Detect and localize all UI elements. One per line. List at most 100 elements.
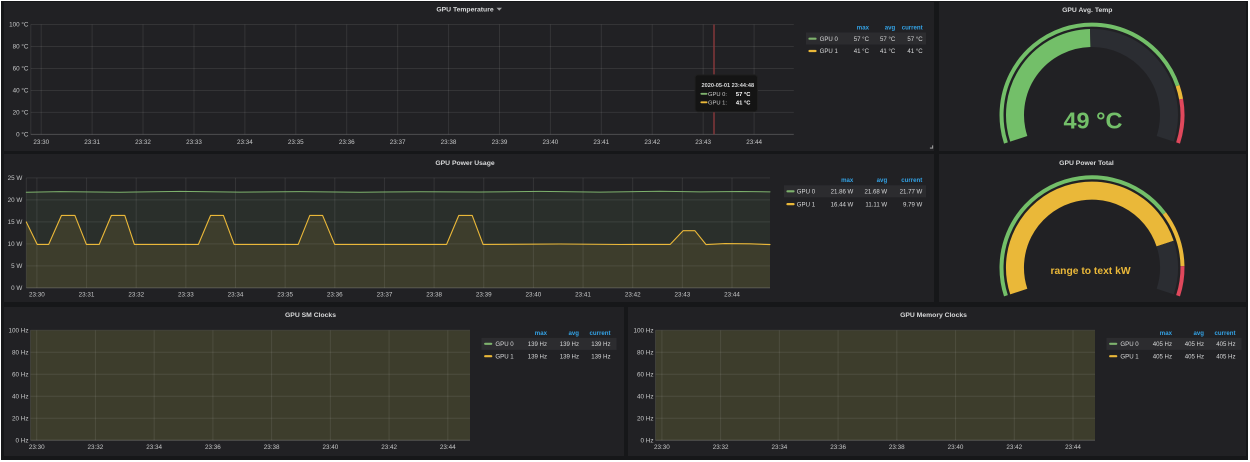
svg-text:23:30: 23:30 [29,444,45,451]
svg-text:max: max [535,330,548,337]
svg-text:80 Hz: 80 Hz [637,350,653,357]
svg-text:23:30: 23:30 [654,444,670,451]
svg-text:80 °C: 80 °C [13,43,29,51]
svg-text:23:32: 23:32 [88,444,104,451]
svg-text:11.11 W: 11.11 W [865,201,887,208]
svg-text:GPU Memory Clocks: GPU Memory Clocks [900,312,967,319]
svg-text:current: current [1215,330,1236,337]
svg-text:21.86 W: 21.86 W [831,189,854,196]
svg-text:max: max [857,25,870,32]
svg-text:0 °C: 0 °C [16,131,29,139]
svg-text:60 Hz: 60 Hz [637,372,653,379]
svg-text:23:37: 23:37 [377,292,393,299]
svg-text:23:31: 23:31 [84,139,100,146]
svg-text:current: current [590,330,611,337]
svg-text:40 Hz: 40 Hz [12,394,28,401]
svg-text:23:30: 23:30 [33,139,49,146]
svg-text:405 Hz: 405 Hz [1216,341,1235,348]
svg-text:20 Hz: 20 Hz [637,416,653,423]
svg-text:GPU Avg. Temp: GPU Avg. Temp [1062,7,1112,14]
svg-text:23:32: 23:32 [128,292,144,299]
svg-text:5 W: 5 W [11,263,22,270]
svg-text:23:36: 23:36 [830,444,846,451]
svg-text:41 °C: 41 °C [736,101,751,107]
svg-text:GPU 0: GPU 0 [495,341,514,348]
svg-text:21.68 W: 21.68 W [864,189,887,196]
svg-text:23:42: 23:42 [644,139,660,146]
svg-text:range to text kW: range to text kW [1050,266,1130,277]
svg-text:GPU 0: GPU 0 [1120,341,1139,348]
svg-text:GPU 1: GPU 1 [495,353,514,360]
svg-text:23:35: 23:35 [277,292,293,299]
svg-text:max: max [1160,330,1173,337]
svg-text:405 Hz: 405 Hz [1153,341,1172,348]
svg-text:23:39: 23:39 [492,139,508,146]
svg-text:23:42: 23:42 [1006,444,1022,451]
svg-text:GPU Power Total: GPU Power Total [1059,160,1114,167]
svg-text:23:42: 23:42 [381,444,397,451]
svg-text:20 Hz: 20 Hz [12,416,28,423]
svg-text:GPU 1:: GPU 1: [708,101,727,107]
svg-text:avg: avg [568,330,579,337]
svg-text:139 Hz: 139 Hz [528,353,547,360]
svg-text:23:40: 23:40 [948,444,964,451]
svg-text:GPU 1: GPU 1 [797,201,816,208]
svg-text:23:38: 23:38 [264,444,280,451]
svg-text:57 °C: 57 °C [907,36,923,43]
svg-text:20 W: 20 W [8,197,23,204]
svg-text:23:41: 23:41 [575,292,591,299]
svg-text:25 W: 25 W [8,175,23,182]
svg-text:23:36: 23:36 [327,292,343,299]
svg-text:49 °C: 49 °C [1063,107,1122,133]
svg-text:23:34: 23:34 [146,444,162,451]
svg-text:2020-05-01 23:44:48: 2020-05-01 23:44:48 [702,83,755,89]
svg-text:23:33: 23:33 [178,292,194,299]
svg-text:139 Hz: 139 Hz [528,341,547,348]
svg-text:23:30: 23:30 [29,292,45,299]
svg-text:23:44: 23:44 [746,139,762,146]
svg-text:40 Hz: 40 Hz [637,394,653,401]
svg-text:41 °C: 41 °C [880,48,896,55]
svg-text:23:33: 23:33 [186,139,202,146]
svg-text:23:40: 23:40 [322,444,338,451]
svg-text:max: max [841,177,854,184]
svg-text:57 °C: 57 °C [736,92,751,98]
svg-text:100 Hz: 100 Hz [634,328,654,335]
svg-text:avg: avg [1193,330,1204,337]
svg-text:23:40: 23:40 [543,139,559,146]
svg-text:0 Hz: 0 Hz [16,438,29,445]
svg-text:23:39: 23:39 [476,292,492,299]
svg-text:GPU 0:: GPU 0: [708,92,727,98]
svg-text:23:32: 23:32 [135,139,151,146]
svg-text:100 Hz: 100 Hz [9,328,29,335]
svg-text:9.79 W: 9.79 W [903,201,923,208]
svg-text:405 Hz: 405 Hz [1185,353,1204,360]
svg-text:57 °C: 57 °C [854,36,870,43]
svg-text:23:35: 23:35 [288,139,304,146]
svg-text:23:38: 23:38 [889,444,905,451]
svg-text:current: current [901,177,922,184]
svg-text:23:37: 23:37 [390,139,406,146]
svg-text:avg: avg [877,177,888,184]
svg-text:avg: avg [885,25,896,32]
svg-text:GPU 0: GPU 0 [797,189,816,196]
svg-text:60 Hz: 60 Hz [12,372,28,379]
svg-text:23:34: 23:34 [237,139,253,146]
svg-text:10 W: 10 W [8,241,23,248]
svg-text:23:31: 23:31 [79,292,95,299]
svg-text:405 Hz: 405 Hz [1185,341,1204,348]
svg-text:16.44 W: 16.44 W [831,201,854,208]
svg-text:41 °C: 41 °C [907,48,923,55]
svg-text:20 °C: 20 °C [13,109,29,117]
svg-text:139 Hz: 139 Hz [591,341,610,348]
svg-text:15 W: 15 W [8,219,23,226]
svg-text:23:38: 23:38 [426,292,442,299]
svg-text:23:44: 23:44 [1065,444,1081,451]
svg-text:23:36: 23:36 [205,444,221,451]
svg-text:GPU 1: GPU 1 [1120,353,1139,360]
svg-text:405 Hz: 405 Hz [1153,353,1172,360]
svg-text:23:34: 23:34 [228,292,244,299]
svg-text:23:44: 23:44 [724,292,740,299]
svg-text:23:36: 23:36 [339,139,355,146]
svg-text:139 Hz: 139 Hz [591,353,610,360]
